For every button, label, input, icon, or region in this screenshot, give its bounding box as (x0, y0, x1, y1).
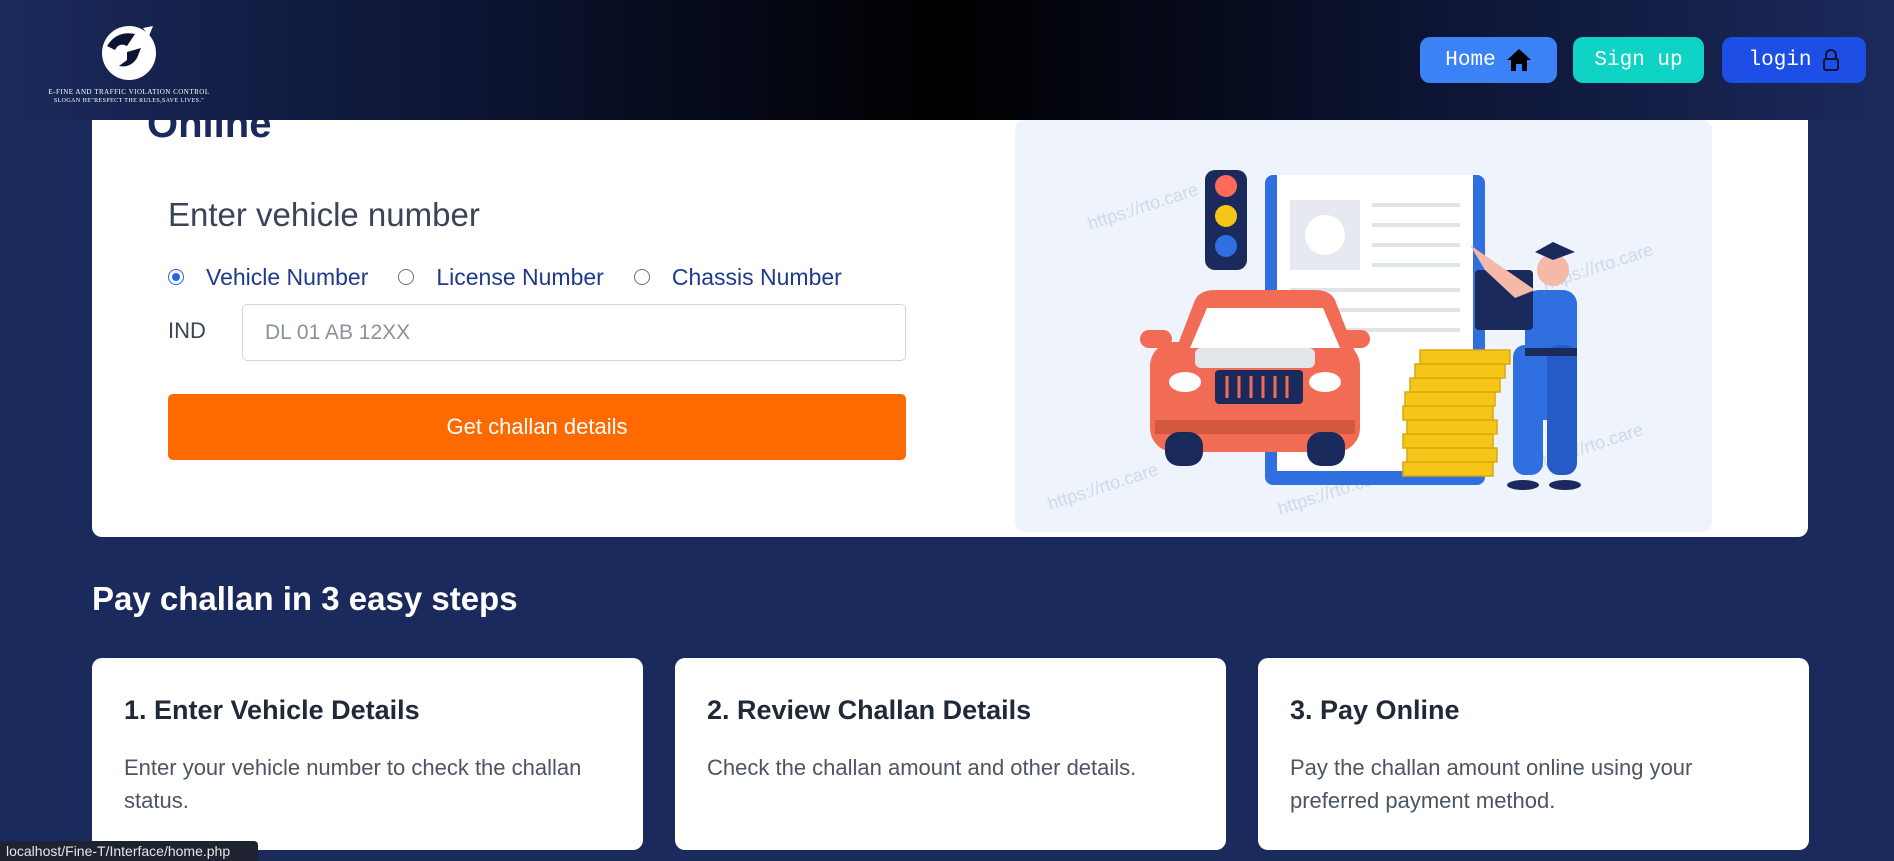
challan-search-card: Online Enter vehicle number Vehicle Numb… (92, 60, 1808, 537)
home-button-label: Home (1445, 48, 1496, 72)
top-navbar: E-FINE AND TRAFFIC VIOLATION CONTROL SLO… (0, 0, 1894, 120)
radio-chassis-number[interactable] (633, 269, 650, 285)
logo-slogan: SLOGAN HE"RESPECT THE RULES,SAVE LIVES." (53, 98, 205, 104)
login-button-label: login (1748, 48, 1812, 72)
car-icon (1140, 290, 1370, 466)
radio-label-chassis-number[interactable]: Chassis Number (672, 264, 842, 291)
steps-heading: Pay challan in 3 easy steps (92, 580, 518, 617)
step-title: 3. Pay Online (1290, 695, 1460, 725)
step-card: 1. Enter Vehicle Details Enter your vehi… (92, 658, 643, 850)
traffic-illustration: https://rto.care https://rto.care https:… (1015, 120, 1712, 532)
step-card: 2. Review Challan Details Check the chal… (675, 658, 1226, 850)
form-heading: Enter vehicle number (168, 196, 480, 233)
signup-button[interactable]: Sign up (1573, 37, 1704, 83)
get-challan-details-button[interactable]: Get challan details (168, 394, 906, 460)
step-card: 3. Pay Online Pay the challan amount onl… (1258, 658, 1809, 850)
radio-vehicle-number[interactable] (168, 269, 184, 285)
radio-label-license-number[interactable]: License Number (436, 264, 603, 291)
status-bar-url: localhost/Fine-T/Interface/home.php (0, 841, 258, 861)
watermark-text: https://rto.care (1045, 459, 1161, 514)
traffic-light-icon (1205, 170, 1247, 270)
step-title: 1. Enter Vehicle Details (124, 695, 420, 725)
home-button[interactable]: Home (1420, 37, 1557, 83)
site-logo[interactable]: E-FINE AND TRAFFIC VIOLATION CONTROL SLO… (36, 24, 222, 110)
lock-icon (1822, 49, 1840, 71)
home-icon (1506, 48, 1532, 72)
step-description: Check the challan amount and other detai… (707, 755, 1137, 780)
vehicle-number-input[interactable] (242, 304, 906, 361)
radio-label-vehicle-number[interactable]: Vehicle Number (206, 264, 368, 291)
login-button[interactable]: login (1722, 37, 1866, 83)
watermark-text: https://rto.care (1085, 179, 1201, 234)
country-prefix-label: IND (168, 318, 206, 343)
search-type-options: Vehicle Number License Number Chassis Nu… (168, 261, 872, 293)
coins-icon (1402, 349, 1511, 477)
step-description: Enter your vehicle number to check the c… (124, 755, 582, 813)
logo-title: E-FINE AND TRAFFIC VIOLATION CONTROL (48, 88, 210, 96)
logo-mark-icon (102, 26, 156, 80)
signup-button-label: Sign up (1594, 48, 1683, 72)
step-description: Pay the challan amount online using your… (1290, 755, 1693, 813)
step-title: 2. Review Challan Details (707, 695, 1032, 725)
radio-license-number[interactable] (398, 269, 415, 285)
